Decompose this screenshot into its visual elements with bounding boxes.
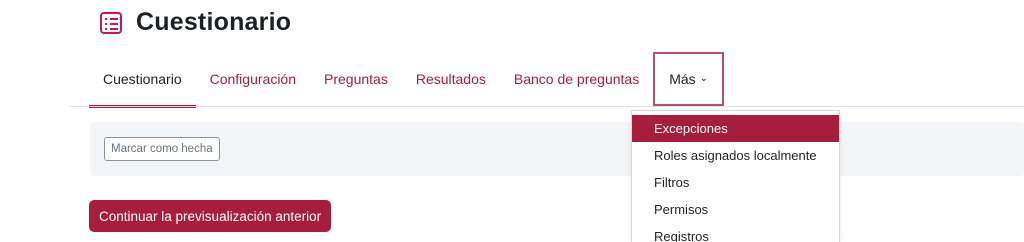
quiz-icon [100, 11, 122, 34]
tab-cuestionario[interactable]: Cuestionario [89, 52, 196, 108]
page-header: Cuestionario [100, 8, 291, 37]
activity-completion-bar: Marcar como hecha [90, 122, 1024, 176]
menu-item-excepciones[interactable]: Excepciones [632, 115, 839, 142]
secondary-nav: Cuestionario Configuración Preguntas Res… [89, 52, 725, 108]
mark-as-done-button[interactable]: Marcar como hecha [104, 137, 220, 161]
tab-banco-de-preguntas[interactable]: Banco de preguntas [500, 52, 653, 106]
menu-item-permisos[interactable]: Permisos [632, 196, 839, 223]
menu-item-roles-asignados[interactable]: Roles asignados localmente [632, 142, 839, 169]
nav-divider [70, 106, 1024, 107]
chevron-down-icon: ⌄ [699, 72, 709, 84]
menu-item-filtros[interactable]: Filtros [632, 169, 839, 196]
continue-preview-button[interactable]: Continuar la previsualización anterior [89, 200, 332, 232]
page-title: Cuestionario [136, 8, 292, 36]
more-label: Más [669, 71, 696, 87]
menu-item-registros[interactable]: Registros [632, 223, 839, 242]
tab-configuracion[interactable]: Configuración [196, 52, 310, 106]
tab-more-dropdown[interactable]: Más ⌄ [653, 52, 725, 106]
tab-resultados[interactable]: Resultados [402, 52, 500, 106]
tab-preguntas[interactable]: Preguntas [310, 52, 402, 106]
more-dropdown-menu: Excepciones Roles asignados localmente F… [631, 110, 840, 242]
